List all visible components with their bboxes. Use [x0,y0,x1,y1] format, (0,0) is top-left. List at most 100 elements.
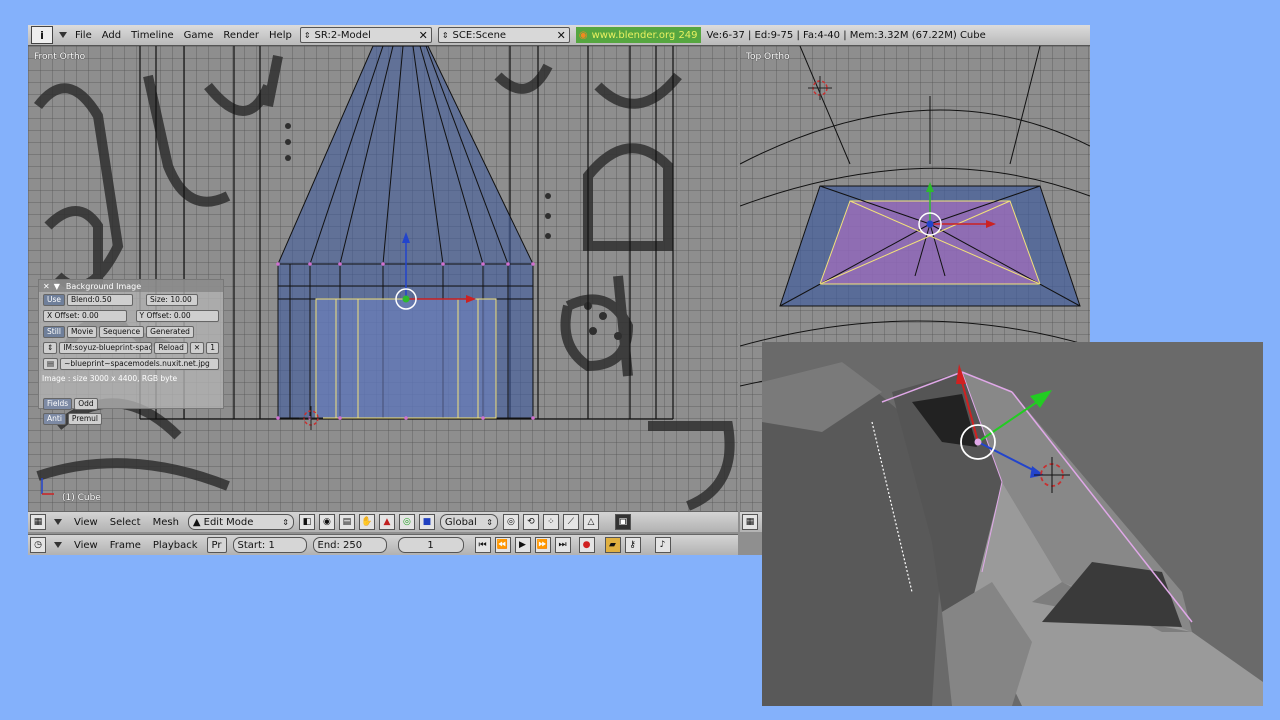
timeline-collapse-icon[interactable] [54,542,62,548]
rotate-icon[interactable]: ◎ [398,514,415,530]
collapse-arrow-icon[interactable] [59,32,67,38]
snap-icon[interactable]: ⟲ [522,514,539,530]
scale-icon[interactable]: ■ [418,514,435,530]
menu-select[interactable]: Select [110,517,141,528]
timeline-editor-icon[interactable]: ◷ [30,537,46,553]
perspective-render-inset [762,342,1263,706]
perspective-mesh-drawing [762,342,1263,706]
panel-title: Background Image [65,281,142,291]
image-info-text: Image : size 3000 x 4400, RGB byte [42,374,178,383]
blend-slider[interactable]: Blend:0.50 [67,294,134,306]
odd-toggle[interactable]: Odd [74,398,98,410]
tab-still[interactable]: Still [43,326,65,338]
scene-selector[interactable]: ⇕ SCE:Scene ✕ [437,27,570,43]
image-path-field[interactable]: ~blueprint~spacemodels.nuxit.net.jpg [60,358,219,370]
size-field[interactable]: Size: 10.00 [146,294,199,306]
reload-button[interactable]: Reload [154,342,188,354]
prev-key-icon[interactable]: ⏪ [494,537,511,553]
orientation-label: Global [444,516,477,528]
hand-icon[interactable]: ✋ [358,514,375,530]
menu-view[interactable]: View [74,517,98,528]
anti-toggle[interactable]: Anti [43,413,66,425]
timeline-menu-playback[interactable]: Playback [153,540,198,551]
fields-toggle[interactable]: Fields [43,398,73,410]
view3d-header: ▦ View Select Mesh ▲ Edit Mode ⇕ ◧ ◉ ▤ ✋… [28,511,738,532]
header-collapse-icon[interactable] [54,519,62,525]
info-icon: i [40,28,44,42]
menu-add[interactable]: Add [102,30,121,41]
blender-logo-icon: ◉ [578,29,588,41]
info-editor-button[interactable]: i [31,26,53,44]
top-editor-type-icon[interactable]: ▦ [742,514,758,530]
editor-type-icon[interactable]: ▦ [30,514,46,530]
file-browse-icon[interactable]: ▤ [43,358,59,370]
close-panel-icon[interactable]: ✕ [43,282,50,291]
image-name-field[interactable]: IM:soyuz-blueprint-space [59,342,153,354]
timeline-menu-frame[interactable]: Frame [110,540,141,551]
background-image-panel: ✕ ▼ Background Image Use Blend:0.50 Size… [38,279,224,425]
use-bg-toggle[interactable]: Use [43,294,66,306]
image-users-count: 1 [206,342,219,354]
menu-render[interactable]: Render [223,30,259,41]
unlink-image-icon[interactable]: ✕ [189,342,205,354]
mode-label: Edit Mode [203,516,254,528]
jump-start-icon[interactable]: ⏮ [474,537,491,553]
next-key-icon[interactable]: ⏩ [534,537,551,553]
tab-movie[interactable]: Movie [66,326,98,338]
render-icon[interactable]: ▣ [614,514,631,530]
premul-toggle[interactable]: Premul [67,413,102,425]
panel-title-bar[interactable]: ✕ ▼ Background Image [39,280,223,292]
orientation-dropdown-icon: ⇕ [486,517,493,527]
y-offset-field[interactable]: Y Offset: 0.00 [135,310,219,322]
preview-range-toggle[interactable]: Pr [206,537,227,553]
orientation-selector[interactable]: Global ⇕ [439,514,498,530]
face-select-icon[interactable]: △ [582,514,599,530]
start-frame-field[interactable]: Start: 1 [232,537,307,553]
screen-selector[interactable]: ⇕ SR:2-Model ✕ [299,27,432,43]
x-offset-field[interactable]: X Offset: 0.00 [43,310,127,322]
front-ortho-label: Front Ortho [34,52,86,62]
play-icon[interactable]: ▶ [514,537,531,553]
proportional-icon[interactable]: ◎ [502,514,519,530]
end-frame-field[interactable]: End: 250 [312,537,387,553]
vertex-select-icon[interactable]: ⁘ [542,514,559,530]
front-ortho-viewport[interactable]: Front Ortho (1) Cube ✕ ▼ Background Imag… [28,46,738,511]
timeline-header: ◷ View Frame Playback Pr Start: 1 End: 2… [28,534,738,555]
tab-sequence[interactable]: Sequence [99,326,145,338]
draw-type-icon[interactable]: ◧ [298,514,315,530]
screen-selector-arrows-icon: ⇕ [303,30,311,40]
top-ortho-label: Top Ortho [746,52,790,62]
keying-icon[interactable]: ▰ [604,537,621,553]
close-screen-icon[interactable]: ✕ [415,29,428,42]
menu-game[interactable]: Game [184,30,214,41]
mode-dropdown-icon: ⇕ [282,517,289,527]
menu-file[interactable]: File [75,30,92,41]
menu-help[interactable]: Help [269,30,292,41]
jump-end-icon[interactable]: ⏭ [554,537,571,553]
edit-mode-icon: ▲ [192,516,201,528]
tab-generated[interactable]: Generated [146,326,194,338]
active-object-label: (1) Cube [62,493,101,503]
site-link-text: www.blender.org 249 [591,29,698,41]
translate-icon[interactable]: ▲ [378,514,395,530]
key-icon[interactable]: ⚷ [624,537,641,553]
current-frame-field[interactable]: 1 [397,537,464,553]
layers-icon[interactable]: ▤ [338,514,355,530]
audio-icon[interactable]: ♪ [654,537,671,553]
menu-timeline[interactable]: Timeline [131,30,174,41]
panel-collapse-icon[interactable]: ▼ [54,282,60,291]
scene-name: SCE:Scene [452,29,507,41]
blender-site-link[interactable]: ◉ www.blender.org 249 [575,27,701,43]
close-scene-icon[interactable]: ✕ [553,29,566,42]
menu-mesh[interactable]: Mesh [153,517,179,528]
scene-stats: Ve:6-37 | Ed:9-75 | Fa:4-40 | Mem:3.32M … [706,29,986,41]
screen-name: SR:2-Model [314,29,371,41]
record-icon[interactable]: ● [578,537,595,553]
scene-selector-arrows-icon: ⇕ [441,30,449,40]
image-browse-icon[interactable]: ⇕ [43,342,58,354]
info-header: i File Add Timeline Game Render Help ⇕ S… [28,25,1090,46]
timeline-menu-view[interactable]: View [74,540,98,551]
pivot-icon[interactable]: ◉ [318,514,335,530]
edge-select-icon[interactable]: ⟋ [562,514,579,530]
mode-selector[interactable]: ▲ Edit Mode ⇕ [187,514,294,530]
